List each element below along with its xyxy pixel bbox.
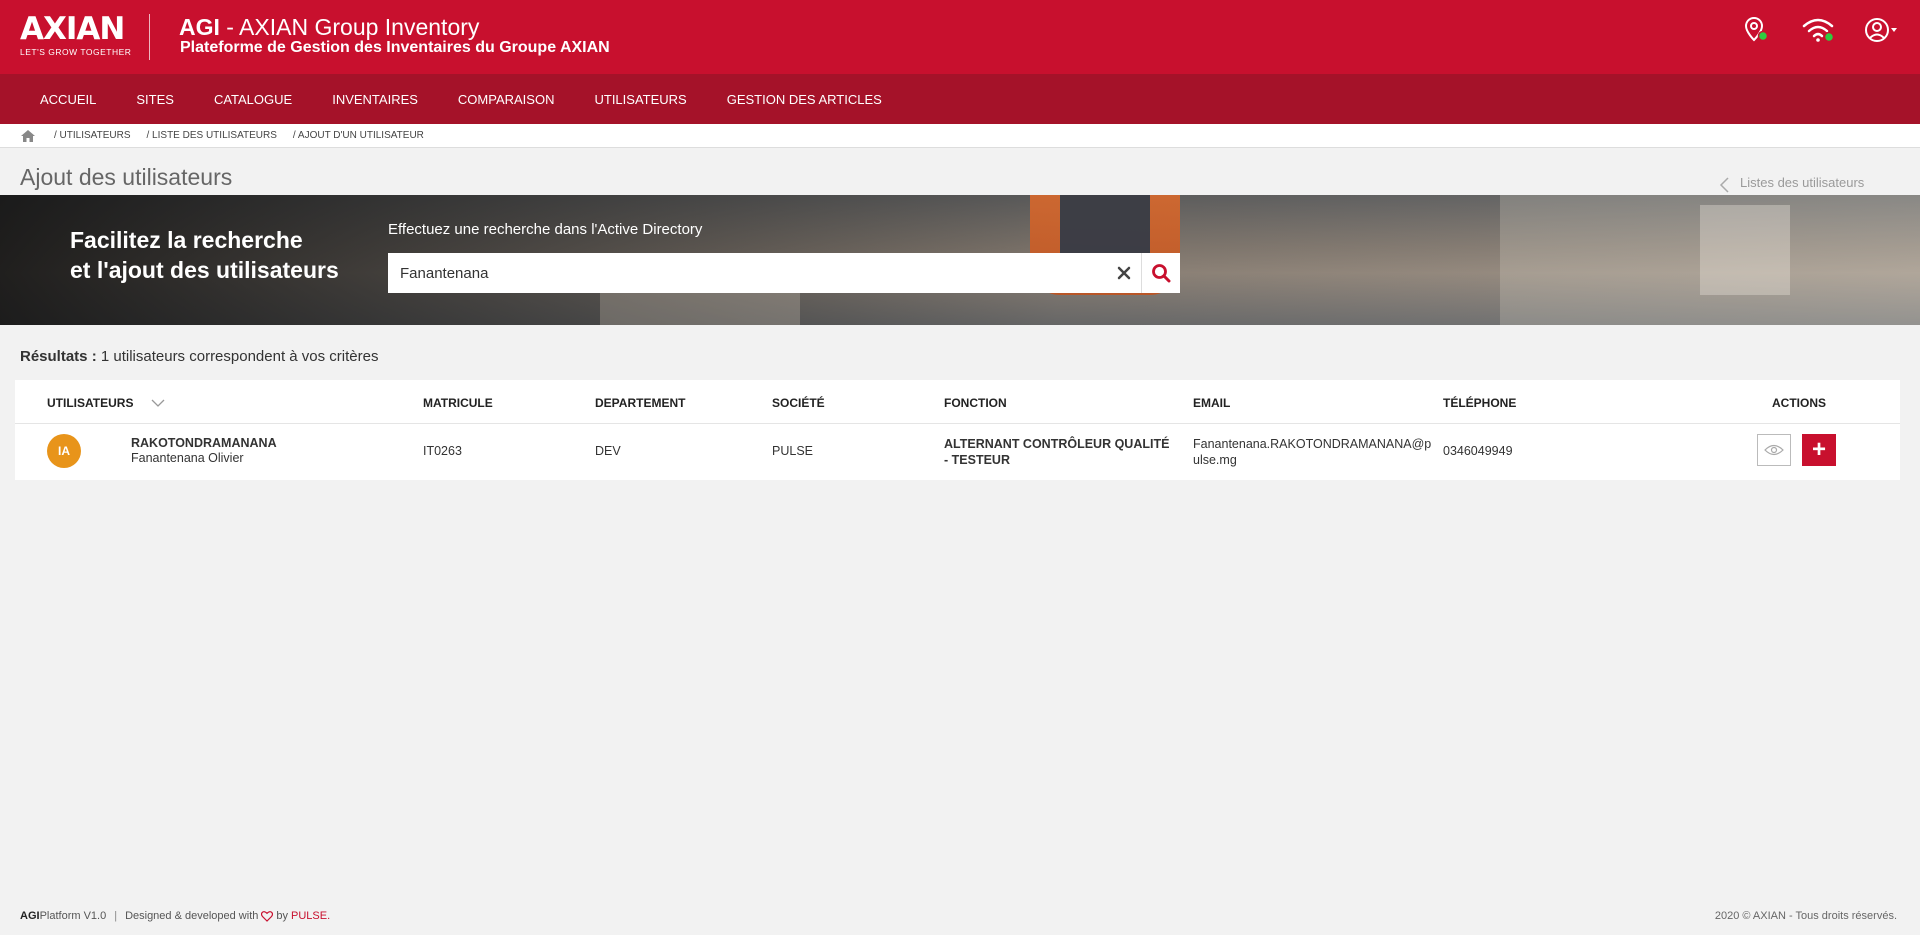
wifi-icon[interactable]	[1800, 14, 1835, 48]
nav-item-catalogue[interactable]: CATALOGUE	[214, 92, 292, 107]
footer-left: AGI Platform V1.0 | Designed & developed…	[20, 910, 330, 922]
breadcrumb-utilisateurs[interactable]: / UTILISATEURS	[54, 130, 131, 141]
footer-copyright: 2020 © AXIAN - Tous droits réservés.	[1714, 910, 1897, 922]
user-name-cell: RAKOTONDRAMANANA Fanantenana Olivier	[131, 436, 277, 466]
column-header-utilisateurs[interactable]: UTILISATEURS	[47, 396, 165, 410]
search-label: Effectuez une recherche dans l'Active Di…	[388, 221, 703, 238]
close-icon	[1117, 266, 1130, 280]
societe-cell: PULSE	[772, 444, 813, 458]
page-title: Ajout des utilisateurs	[20, 164, 233, 190]
footer-platform-version: Platform V1.0	[39, 910, 107, 922]
column-header-email: EMAIL	[1193, 396, 1231, 410]
app-header: AXIAN LET'S GROW TOGETHER AGI - AXIAN Gr…	[0, 0, 1920, 74]
avatar: IA	[47, 434, 81, 468]
back-link-label: Listes des utilisateurs	[1740, 174, 1865, 190]
results-summary: Résultats : 1 utilisateurs correspondent…	[20, 348, 379, 365]
column-header-actions: ACTIONS	[1772, 396, 1826, 410]
home-icon[interactable]	[20, 129, 36, 143]
banner-headline-line2: et l'ajout des utilisateurs	[70, 257, 339, 283]
chevron-left-icon	[1719, 177, 1729, 193]
search-button[interactable]	[1142, 253, 1180, 293]
user-first-name: Fanantenana Olivier	[131, 451, 244, 465]
footer-by-text: by	[276, 910, 288, 922]
banner-headline: Facilitez la recherche et l'ajout des ut…	[70, 225, 339, 285]
search-banner: Facilitez la recherche et l'ajout des ut…	[0, 195, 1920, 325]
axian-logo[interactable]: AXIAN LET'S GROW TOGETHER	[20, 11, 132, 59]
user-last-name: RAKOTONDRAMANANA	[131, 436, 277, 450]
breadcrumb-ajout-utilisateur: / AJOUT D'UN UTILISATEUR	[292, 130, 424, 141]
location-pin-icon[interactable]	[1740, 14, 1774, 48]
app-full-name: - AXIAN Group Inventory	[219, 14, 480, 40]
breadcrumb-liste-utilisateurs[interactable]: / LISTE DES UTILISATEURS	[147, 130, 277, 141]
results-count-text: 1 utilisateurs correspondent à vos critè…	[96, 348, 379, 365]
banner-headline-line1: Facilitez la recherche	[70, 227, 303, 253]
column-header-fonction: FONCTION	[944, 396, 1007, 410]
nav-item-comparaison[interactable]: COMPARAISON	[458, 92, 555, 107]
nav-item-gestion-articles[interactable]: GESTION DES ARTICLES	[727, 92, 882, 107]
column-header-label: UTILISATEURS	[47, 396, 134, 410]
nav-item-accueil[interactable]: ACCUEIL	[40, 92, 96, 107]
results-label-bold: Résultats :	[20, 348, 97, 365]
header-divider	[149, 14, 150, 60]
breadcrumb: / UTILISATEURS / LISTE DES UTILISATEURS …	[0, 124, 1920, 148]
footer-brand: AGI	[20, 910, 40, 922]
eye-icon	[1764, 444, 1784, 456]
table-row: IA RAKOTONDRAMANANA Fanantenana Olivier …	[15, 424, 1900, 480]
search-input[interactable]	[388, 253, 1106, 293]
app-subtitle: Plateforme de Gestion des Inventaires du…	[180, 39, 610, 56]
chevron-down-icon	[151, 399, 165, 407]
user-account-icon[interactable]	[1862, 14, 1897, 48]
departement-cell: DEV	[595, 444, 621, 458]
email-cell: Fanantenana.RAKOTONDRAMANANA@pulse.mg	[1193, 437, 1432, 467]
heart-icon	[261, 910, 274, 922]
matricule-cell: IT0263	[423, 444, 462, 458]
main-nav: ACCUEIL SITES CATALOGUE INVENTAIRES COMP…	[0, 74, 1920, 124]
users-table: UTILISATEURS MATRICULE DEPARTEMENT SOCIÉ…	[15, 380, 1900, 480]
footer-company-link[interactable]: PULSE.	[291, 910, 330, 922]
search-box	[388, 253, 1180, 293]
footer-designed-text: Designed & developed with	[125, 910, 259, 922]
back-to-list-link[interactable]: Listes des utilisateurs	[1718, 171, 1864, 193]
add-user-button[interactable]: +	[1802, 434, 1836, 466]
column-header-telephone: TÉLÉPHONE	[1443, 396, 1517, 410]
clear-search-button[interactable]	[1106, 253, 1142, 293]
app-short-name: AGI	[179, 14, 220, 40]
footer-separator: |	[114, 910, 118, 922]
column-header-departement: DEPARTEMENT	[595, 396, 686, 410]
logo-wordmark: AXIAN	[20, 11, 125, 47]
table-header: UTILISATEURS MATRICULE DEPARTEMENT SOCIÉ…	[15, 380, 1900, 424]
column-header-societe: SOCIÉTÉ	[772, 396, 825, 410]
view-user-button[interactable]	[1757, 434, 1791, 466]
nav-item-inventaires[interactable]: INVENTAIRES	[332, 92, 418, 107]
nav-item-sites[interactable]: SITES	[136, 92, 174, 107]
column-header-matricule: MATRICULE	[423, 396, 493, 410]
search-icon	[1152, 264, 1171, 283]
logo-tagline: LET'S GROW TOGETHER	[20, 47, 132, 57]
app-title: AGI - AXIAN Group Inventory	[179, 13, 479, 41]
nav-item-utilisateurs[interactable]: UTILISATEURS	[594, 92, 686, 107]
fonction-cell: ALTERNANT CONTRÔLEUR QUALITÉ - TESTEUR	[944, 437, 1170, 467]
telephone-cell: 0346049949	[1443, 444, 1513, 458]
